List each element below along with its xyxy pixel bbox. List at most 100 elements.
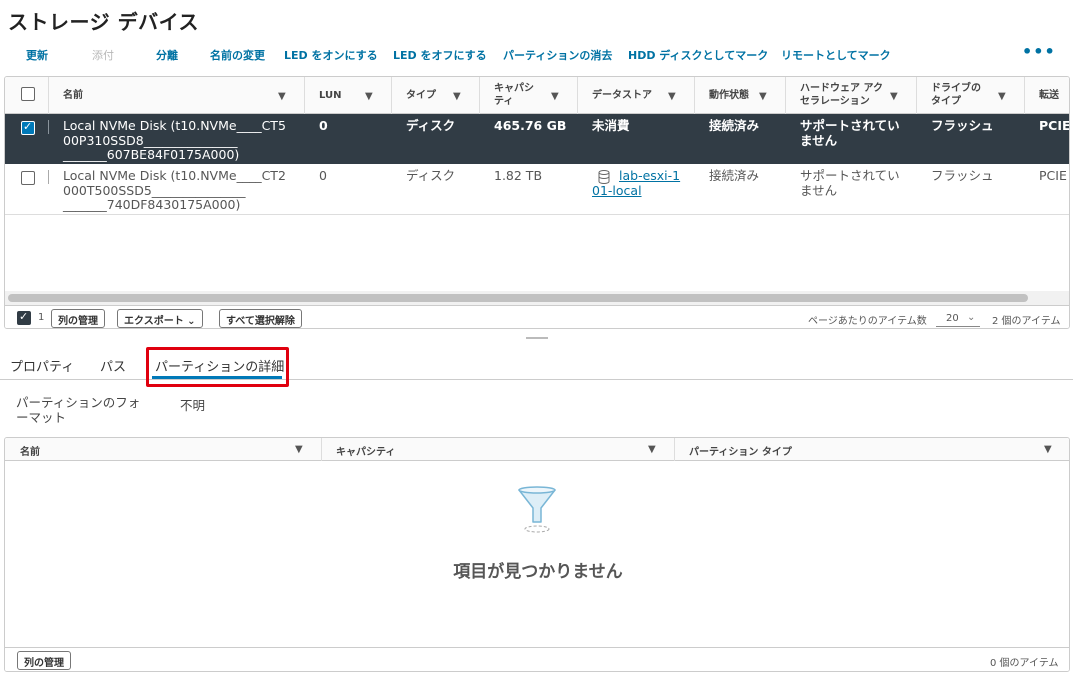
filter-icon[interactable]: ▼ — [1044, 444, 1052, 455]
items-per-page-label: ページあたりのアイテム数 — [808, 316, 927, 327]
column-separator — [674, 438, 675, 461]
filter-icon[interactable]: ▼ — [998, 91, 1006, 102]
toolbar: 更新 添付 分離 名前の変更 LED をオンにする LED をオフにする パーテ… — [0, 42, 1073, 64]
column-separator — [304, 77, 305, 114]
op-state-cell: 接続済み — [709, 118, 760, 133]
column-header-hw-accel-line2: セラレーション — [800, 96, 870, 107]
column-header-hw-accel[interactable]: ハードウェア アク セラレーション — [800, 77, 883, 114]
drive-type-cell: フラッシュ — [931, 168, 994, 183]
empty-filter-icon — [515, 484, 559, 536]
hw-accel-line1: サポートされてい — [800, 168, 900, 183]
column-header-capacity-line2: ティ — [494, 96, 514, 107]
manage-columns-button[interactable]: 列の管理 — [51, 309, 105, 328]
hw-accel-line2: ません — [800, 182, 838, 198]
column-header-partition-type[interactable]: パーティション タイプ — [689, 443, 792, 458]
filter-icon[interactable]: ▼ — [648, 444, 656, 455]
hw-accel-line1: サポートされてい — [800, 118, 900, 133]
table-row[interactable]: Local NVMe Disk (t10.NVMe____CT5 00P310S… — [5, 114, 1069, 164]
device-name-line2: 00P310SSD8_______________ — [63, 132, 238, 148]
type-cell: ディスク — [406, 118, 456, 133]
row-checkbox[interactable] — [21, 120, 35, 135]
empty-state-text: 項目が見つかりません — [453, 562, 623, 582]
op-state-cell: 接続済み — [709, 168, 760, 183]
filter-icon[interactable]: ▼ — [551, 91, 559, 102]
refresh-button[interactable]: 更新 — [26, 47, 48, 63]
column-header-datastore[interactable]: データストア — [592, 77, 652, 114]
total-items: 2 個のアイテム — [992, 316, 1061, 327]
select-all-checkbox[interactable] — [21, 87, 35, 101]
column-header-hw-accel-line1: ハードウェア アク — [800, 83, 883, 94]
horizontal-scrollbar-thumb[interactable] — [8, 294, 1028, 302]
erase-partitions-button[interactable]: パーティションの消去 — [503, 47, 612, 63]
filter-icon[interactable]: ▼ — [278, 91, 286, 102]
device-name-line3: _______607BE84F0175A000) — [63, 147, 240, 162]
capacity-cell: 1.82 TB — [494, 168, 543, 183]
led-off-button[interactable]: LED をオフにする — [393, 47, 487, 63]
column-separator — [391, 77, 392, 114]
column-separator — [479, 77, 480, 114]
column-header-name[interactable]: 名前 — [20, 443, 40, 458]
column-separator — [48, 77, 49, 114]
filter-icon[interactable]: ▼ — [668, 91, 676, 102]
table-row[interactable]: Local NVMe Disk (t10.NVMe____CT2 000T500… — [5, 164, 1069, 215]
page-title: ストレージ デバイス — [8, 10, 199, 34]
items-per-page-value: 20 — [946, 313, 959, 324]
mark-remote-button[interactable]: リモートとしてマーク — [781, 47, 891, 63]
pane-splitter[interactable] — [526, 337, 548, 339]
datastore-cell: 未消費 — [592, 118, 630, 133]
filter-icon[interactable]: ▼ — [365, 91, 373, 102]
column-header-drive-type-line1: ドライブの — [931, 83, 981, 94]
hw-accel-line2: ません — [800, 132, 838, 148]
attach-button[interactable]: 添付 — [92, 47, 114, 63]
column-header-op-state[interactable]: 動作状態 — [709, 77, 749, 114]
mark-hdd-button[interactable]: HDD ディスクとしてマーク — [628, 47, 768, 63]
filter-icon[interactable]: ▼ — [890, 91, 898, 102]
selection-checkbox-icon[interactable] — [17, 310, 31, 325]
partition-format-label-line2: ーマット — [16, 410, 67, 425]
column-header-transport[interactable]: 転送 — [1039, 77, 1059, 114]
type-cell: ディスク — [406, 168, 456, 183]
partition-format-value: 不明 — [180, 398, 206, 413]
detach-button[interactable]: 分離 — [156, 47, 178, 63]
partitions-grid: 名前 ▼ キャパシティ ▼ パーティション タイプ ▼ 項目が見つかりません 列… — [4, 437, 1070, 672]
device-name-line1: Local NVMe Disk (t10.NVMe____CT5 — [63, 118, 286, 133]
more-actions-icon[interactable]: ••• — [1022, 42, 1056, 61]
column-header-capacity[interactable]: キャパシティ — [336, 443, 395, 458]
filter-icon[interactable]: ▼ — [453, 91, 461, 102]
filter-icon[interactable]: ▼ — [759, 91, 767, 102]
tab-paths[interactable]: パス — [100, 356, 126, 375]
manage-columns-button[interactable]: 列の管理 — [17, 651, 71, 670]
column-header-drive-type-line2: タイプ — [931, 96, 961, 107]
capacity-cell: 465.76 GB — [494, 118, 567, 133]
rename-button[interactable]: 名前の変更 — [210, 47, 265, 63]
column-header-name[interactable]: 名前 — [63, 77, 83, 114]
partitions-grid-footer: 列の管理 0 個のアイテム — [5, 647, 1069, 671]
lun-cell: 0 — [319, 168, 327, 183]
row-checkbox[interactable] — [21, 171, 35, 185]
export-button[interactable]: エクスポート ⌄ — [117, 309, 203, 328]
led-on-button[interactable]: LED をオンにする — [284, 47, 378, 63]
device-name-cell: Local NVMe Disk (t10.NVMe____CT5 00P310S… — [63, 118, 286, 163]
device-name-line2: 000T500SSD5_______________ — [63, 182, 246, 198]
column-separator — [785, 77, 786, 114]
datastore-link-line1[interactable]: lab-esxi-1 — [619, 168, 680, 184]
column-header-capacity[interactable]: キャパシ ティ — [494, 77, 534, 114]
partition-format-label-line1: パーティションのフォ — [16, 395, 141, 410]
datastore-cell: lab-esxi-1 01-local — [592, 168, 680, 198]
tab-properties[interactable]: プロパティ — [10, 356, 74, 375]
column-separator — [577, 77, 578, 114]
items-per-page-select[interactable]: 20 ⌄ — [936, 310, 980, 327]
partitions-grid-header: 名前 ▼ キャパシティ ▼ パーティション タイプ ▼ — [5, 438, 1069, 461]
column-header-lun[interactable]: LUN — [319, 77, 342, 114]
hw-accel-cell: サポートされてい ません — [800, 118, 900, 148]
column-separator — [694, 77, 695, 114]
filter-icon[interactable]: ▼ — [295, 444, 303, 455]
highlight-annotation — [146, 347, 289, 387]
transport-cell: PCIE — [1039, 168, 1067, 183]
column-separator — [321, 438, 322, 461]
column-separator — [916, 77, 917, 114]
clear-selection-button[interactable]: すべて選択解除 — [219, 309, 302, 328]
column-header-drive-type[interactable]: ドライブの タイプ — [931, 77, 981, 114]
device-name-cell: Local NVMe Disk (t10.NVMe____CT2 000T500… — [63, 168, 286, 213]
column-header-type[interactable]: タイプ — [406, 77, 436, 114]
